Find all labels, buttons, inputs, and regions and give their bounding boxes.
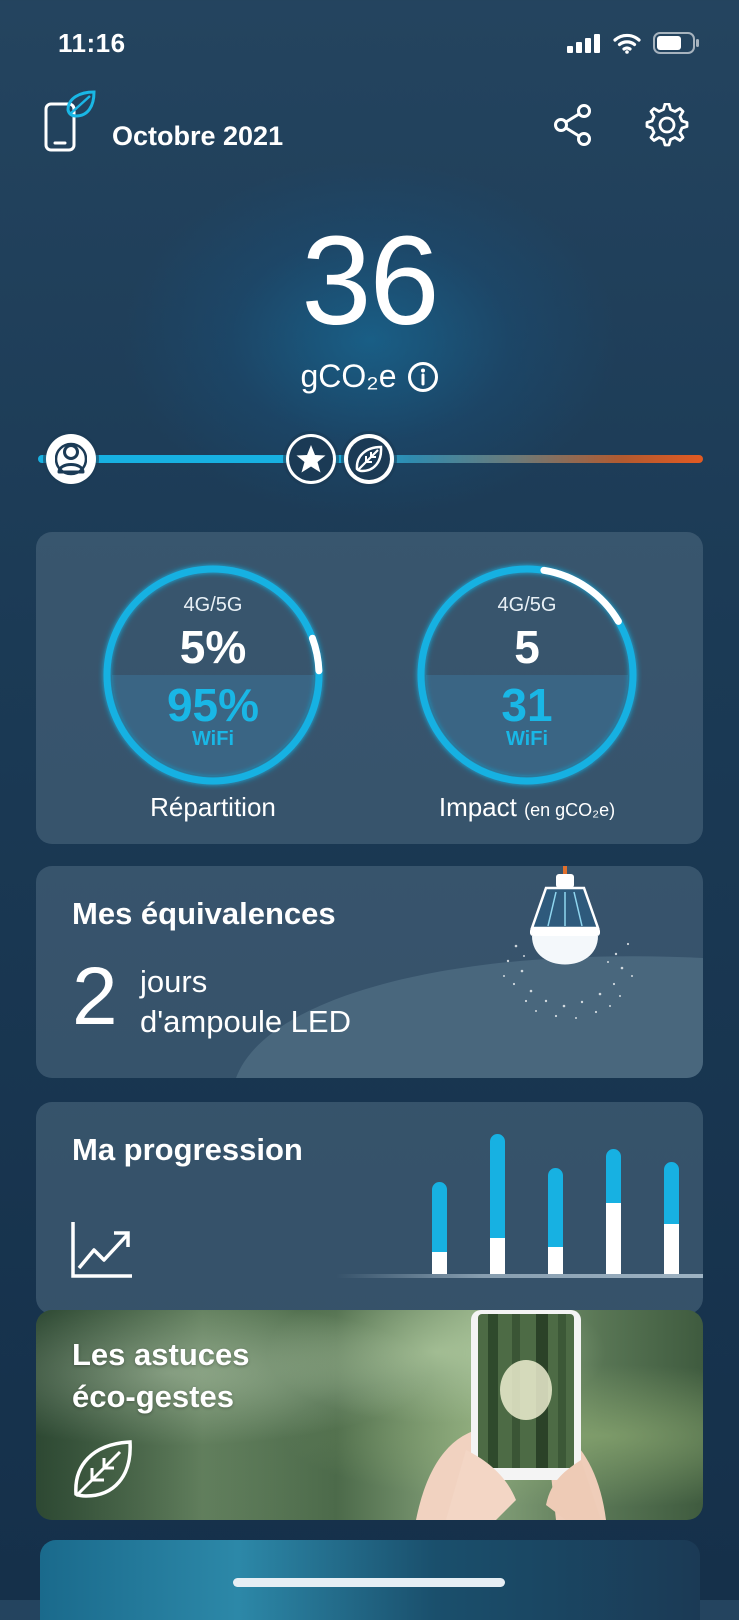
emission-unit: gCO₂e	[300, 358, 397, 394]
distribution-ring: 4G/5G 5% 95% WiFi	[98, 560, 328, 790]
equivalence-text: jours d'ampoule LED	[140, 962, 351, 1042]
progression-bar-wifi-part	[490, 1237, 505, 1274]
progression-bar-wifi-part	[664, 1223, 679, 1274]
status-icons	[567, 32, 699, 54]
signal-icon	[567, 34, 600, 53]
progression-bar	[548, 1167, 563, 1274]
progression-title: Ma progression	[72, 1132, 303, 1167]
info-button[interactable]	[407, 361, 439, 393]
tips-title-line-2: éco-gestes	[72, 1379, 234, 1414]
progression-bar	[490, 1134, 505, 1274]
mobile-share-value: 5%	[179, 621, 247, 673]
emission-value: 36	[301, 210, 439, 351]
impact-caption-label: Impact	[438, 792, 517, 822]
status-time: 11:16	[58, 28, 126, 58]
leaf-icon	[348, 438, 390, 480]
eco-tips-card[interactable]: Les astuces éco-gestes	[36, 1310, 703, 1520]
progression-card[interactable]: Ma progression	[36, 1102, 703, 1314]
progression-bar	[606, 1149, 621, 1274]
wifi-share-value: 95%	[166, 679, 260, 731]
mobile-impact-value: 5	[514, 621, 540, 673]
tips-title: Les astuces éco-gestes	[72, 1334, 250, 1418]
impact-caption-unit: (en gCO₂e)	[524, 800, 616, 820]
ring-top-label: 4G/5G	[183, 594, 243, 616]
progression-bar-wifi-part	[548, 1247, 563, 1274]
equivalence-line-1: jours	[140, 964, 208, 999]
ring-bottom-label: WiFi	[505, 728, 549, 750]
battery-icon	[653, 32, 699, 54]
ring-bottom-label: WiFi	[191, 728, 235, 750]
distribution-caption: Répartition	[150, 792, 276, 822]
emission-unit-row: gCO₂e	[0, 358, 739, 395]
ring-top-label: 4G/5G	[497, 594, 557, 616]
impact-caption: Impact (en gCO₂e)	[392, 792, 662, 823]
app-logo-icon	[42, 88, 100, 159]
share-icon	[554, 104, 591, 146]
gear-icon	[645, 103, 689, 147]
progression-bar-wifi-part	[432, 1251, 447, 1274]
led-bulb-icon	[503, 866, 633, 1019]
equivalences-title: Mes équivalences	[72, 896, 336, 931]
impact-ring: 4G/5G 5 31 WiFi	[412, 560, 642, 790]
trend-up-icon	[71, 1222, 132, 1278]
progression-bar	[432, 1181, 447, 1274]
phone-photo-illustration	[416, 1310, 606, 1520]
current-value-marker[interactable]	[285, 434, 336, 484]
equivalence-number: 2	[72, 951, 118, 1042]
eco-target-marker[interactable]	[344, 434, 394, 484]
home-indicator	[233, 1578, 505, 1587]
share-button[interactable]	[548, 100, 598, 150]
progression-bar-wifi-part	[606, 1202, 621, 1274]
leaf-icon	[74, 1440, 132, 1498]
wifi-icon	[613, 33, 641, 54]
settings-button[interactable]	[642, 100, 692, 150]
info-icon	[407, 361, 438, 392]
month-title[interactable]: Octobre 2021	[112, 121, 283, 152]
wifi-impact-value: 31	[501, 679, 553, 731]
equivalences-card[interactable]: Mes équivalences 2 jours d'ampoule LED	[36, 866, 703, 1078]
progression-bar	[664, 1162, 679, 1274]
star-icon	[288, 437, 333, 481]
tips-title-line-1: Les astuces	[72, 1337, 250, 1372]
chart-baseline	[336, 1274, 703, 1278]
equivalence-line-2: d'ampoule LED	[140, 1004, 351, 1039]
user-average-marker[interactable]	[46, 434, 96, 484]
person-icon	[55, 442, 87, 476]
